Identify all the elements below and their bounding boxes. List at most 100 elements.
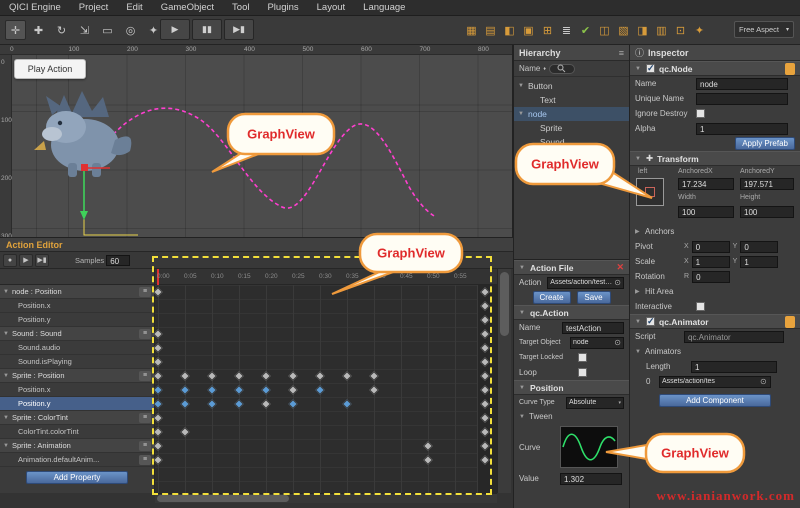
scale-tool-icon[interactable]: ⇲ <box>74 20 95 40</box>
timeline-vertical-scrollbar[interactable] <box>497 269 511 493</box>
close-icon[interactable]: ✕ <box>616 262 624 273</box>
scrollbar-thumb[interactable] <box>157 495 289 502</box>
anchoredy-input[interactable]: 197.571 <box>740 178 794 190</box>
anchors-foldout[interactable]: ▶ Anchors <box>630 224 800 239</box>
keyframe-diamond[interactable] <box>180 371 190 381</box>
keyframe-diamond[interactable] <box>288 371 298 381</box>
action-property-row[interactable]: ▼Sound : Sound≡ <box>0 327 154 341</box>
foldout-arrow-icon[interactable]: ▼ <box>518 111 525 117</box>
timeline-play-icon[interactable]: ▶ <box>19 254 33 267</box>
keyframe-diamond[interactable] <box>153 329 163 339</box>
keyframe-diamond[interactable] <box>234 385 244 395</box>
scrollbar-thumb[interactable] <box>500 272 509 336</box>
foldout-arrow-icon[interactable]: ▶ <box>635 228 642 235</box>
move-tool-icon[interactable]: ✚ <box>28 20 49 40</box>
aspect-dropdown[interactable]: Free Aspect ▾ <box>734 21 794 38</box>
object-picker-icon[interactable]: ⊙ <box>614 338 621 347</box>
keyframe-diamond[interactable] <box>207 371 217 381</box>
object-picker-icon[interactable]: ⊙ <box>614 278 621 287</box>
foldout-arrow-icon[interactable]: ▼ <box>519 265 526 271</box>
rotation-input[interactable]: 0 <box>692 271 730 283</box>
action-property-row[interactable]: Animation.defaultAnim...≡ <box>0 453 154 467</box>
keyframe-diamond[interactable] <box>423 441 433 451</box>
rotate-tool-icon[interactable]: ↻ <box>51 20 72 40</box>
play-action-button[interactable]: Play Action <box>14 59 86 79</box>
tween-foldout[interactable]: ▼ Tween <box>514 410 629 423</box>
value-input[interactable]: 1.302 <box>560 473 622 485</box>
filter-label[interactable]: Name <box>519 64 540 73</box>
timeline-horizontal-scrollbar[interactable] <box>155 493 497 503</box>
curve-type-dropdown[interactable]: Absolute ▾ <box>566 397 624 409</box>
anchor-preset-widget[interactable] <box>636 178 664 206</box>
qc-node-section-header[interactable]: ▼ qc.Node <box>630 61 800 76</box>
keyframe-diamond[interactable] <box>207 385 217 395</box>
pivot-x-input[interactable]: 0 <box>692 241 730 253</box>
keyframe-diamond[interactable] <box>153 371 163 381</box>
menu-item-edit[interactable]: Edit <box>117 2 151 13</box>
keyframe-diamond[interactable] <box>153 287 163 297</box>
keyframe-diamond[interactable] <box>153 343 163 353</box>
keyframe-diamond[interactable] <box>315 385 325 395</box>
samples-input[interactable]: 60 <box>106 255 130 266</box>
keyframe-diamond[interactable] <box>261 385 271 395</box>
action-property-row[interactable]: Position.y <box>0 397 154 411</box>
keyframe-diamond[interactable] <box>423 455 433 465</box>
hierarchy-item-button[interactable]: ▼Button <box>514 79 629 93</box>
foldout-arrow-icon[interactable]: ▼ <box>635 319 642 325</box>
keyframe-diamond[interactable] <box>153 427 163 437</box>
row-menu-icon[interactable]: ≡ <box>139 329 151 339</box>
timeline-step-icon[interactable]: ▶▮ <box>35 254 49 267</box>
keyframe-diamond[interactable] <box>342 371 352 381</box>
save-button[interactable]: Save <box>577 291 611 304</box>
keyframe-diamond[interactable] <box>288 385 298 395</box>
keyframe-diamond[interactable] <box>180 399 190 409</box>
panel-icon[interactable]: ▣ <box>519 21 538 39</box>
scale-x-input[interactable]: 1 <box>692 256 730 268</box>
keyframe-diamond[interactable] <box>288 399 298 409</box>
keyframe-diamond[interactable] <box>153 399 163 409</box>
split-right-icon[interactable]: ◨ <box>633 21 652 39</box>
action-property-row[interactable]: Sound.audio <box>0 341 154 355</box>
animators-foldout[interactable]: ▼ Animators <box>630 344 800 359</box>
foldout-arrow-icon[interactable]: ▼ <box>3 331 10 337</box>
qc-animator-enabled-checkbox[interactable] <box>646 317 655 326</box>
hierarchy-item-text[interactable]: Text <box>514 93 629 107</box>
action-property-row[interactable]: ▼Sprite : Animation≡ <box>0 439 154 453</box>
add-property-button[interactable]: Add Property <box>26 471 128 484</box>
foldout-arrow-icon[interactable]: ▼ <box>635 156 642 162</box>
keyframe-diamond[interactable] <box>261 371 271 381</box>
play-button[interactable]: ▶ <box>160 19 190 40</box>
foldout-arrow-icon[interactable]: ▼ <box>518 83 525 89</box>
foldout-arrow-icon[interactable]: ▼ <box>635 349 642 355</box>
list-icon[interactable]: ≣ <box>557 21 576 39</box>
transform-section-header[interactable]: ▼ ✚ Transform <box>630 151 800 166</box>
split-left-icon[interactable]: ◧ <box>500 21 519 39</box>
layout-rows-icon[interactable]: ▤ <box>481 21 500 39</box>
length-input[interactable]: 1 <box>691 361 777 373</box>
hand-tool-icon[interactable]: ✛ <box>5 20 26 40</box>
pause-button[interactable]: ▮▮ <box>192 19 222 40</box>
foldout-arrow-icon[interactable]: ▼ <box>3 289 10 295</box>
object-picker-icon[interactable]: ⊙ <box>760 377 767 386</box>
center-pivot-icon[interactable]: ◎ <box>120 20 141 40</box>
hierarchy-item-sprite[interactable]: Sprite <box>514 121 629 135</box>
width-input[interactable]: 100 <box>678 206 734 218</box>
rect-tool-icon[interactable]: ▭ <box>97 20 118 40</box>
add-component-button[interactable]: Add Component <box>659 394 771 407</box>
foldout-arrow-icon[interactable]: ▼ <box>635 66 642 72</box>
timeline-grid[interactable] <box>155 285 497 493</box>
anchoredx-input[interactable]: 17.234 <box>678 178 734 190</box>
stripes-icon[interactable]: ▥ <box>652 21 671 39</box>
dot-square-icon[interactable]: ⊡ <box>671 21 690 39</box>
menu-item-gameobject[interactable]: GameObject <box>152 2 223 13</box>
loop-checkbox[interactable] <box>578 368 587 377</box>
hierarchy-item-sound[interactable]: Sound <box>514 135 629 149</box>
qc-animator-section-header[interactable]: ▼ qc.Animator <box>630 314 800 329</box>
action-property-row[interactable]: Position.y <box>0 313 154 327</box>
menu-item-layout[interactable]: Layout <box>308 2 355 13</box>
row-menu-icon[interactable]: ≡ <box>139 455 151 465</box>
keyframe-diamond[interactable] <box>153 455 163 465</box>
search-input[interactable] <box>549 64 575 74</box>
action-property-row[interactable]: ▼Sprite : Position≡ <box>0 369 154 383</box>
height-input[interactable]: 100 <box>740 206 794 218</box>
